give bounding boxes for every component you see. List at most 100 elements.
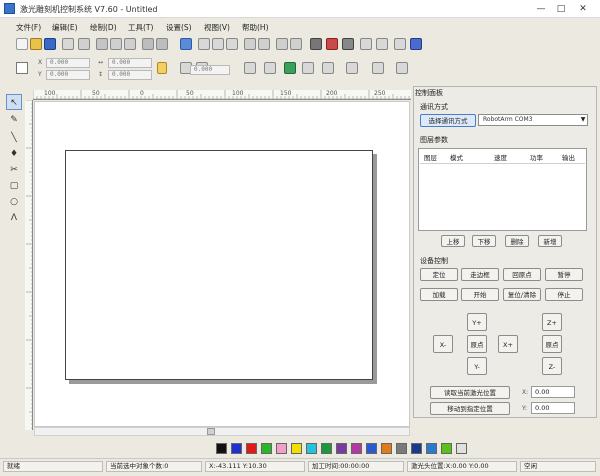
shape-icon[interactable]	[264, 62, 276, 74]
menu-help[interactable]: 帮助(H)	[242, 22, 269, 33]
menu-draw[interactable]: 绘制(D)	[90, 22, 117, 33]
reset-button[interactable]: 复位/清除	[503, 288, 541, 301]
color-swatch[interactable]	[306, 443, 317, 454]
color-swatch[interactable]	[366, 443, 377, 454]
color-swatch[interactable]	[336, 443, 347, 454]
close-button[interactable]: ✕	[574, 3, 592, 15]
color-swatch[interactable]	[321, 443, 332, 454]
group-icon[interactable]	[244, 38, 256, 50]
select-tool-icon[interactable]: ↖	[6, 94, 22, 110]
magic-icon[interactable]	[342, 38, 354, 50]
array-icon[interactable]	[372, 62, 384, 74]
height-field[interactable]: 0.000	[108, 70, 152, 80]
rectangle-tool-icon[interactable]: ▢	[6, 178, 22, 194]
laser-icon[interactable]	[326, 38, 338, 50]
monitor-icon[interactable]	[410, 38, 422, 50]
color-swatch[interactable]	[441, 443, 452, 454]
redo-icon[interactable]	[156, 38, 168, 50]
menu-edit[interactable]: 编辑(E)	[52, 22, 78, 33]
y-field[interactable]: 0.000	[46, 70, 90, 80]
open-folder-icon[interactable]	[30, 38, 42, 50]
chevron-down-icon[interactable]: ▼	[578, 114, 588, 126]
preview-icon[interactable]	[396, 62, 408, 74]
text-tool-icon[interactable]: Λ	[6, 210, 22, 226]
horizontal-scrollbar[interactable]	[34, 427, 410, 436]
x-field[interactable]: 0.000	[46, 58, 90, 68]
pos-x-field[interactable]: 0.00	[531, 386, 575, 398]
color-swatch[interactable]	[246, 443, 257, 454]
menu-view[interactable]: 视图(V)	[204, 22, 230, 33]
read-position-button[interactable]: 读取当前激光位置	[430, 386, 510, 399]
jog-y-plus-button[interactable]: Y+	[467, 313, 487, 331]
home-button[interactable]: 回原点	[503, 268, 541, 281]
line-tool-icon[interactable]: ╲	[6, 130, 22, 146]
zoom-out-icon[interactable]	[212, 38, 224, 50]
color-swatch[interactable]	[231, 443, 242, 454]
maximize-button[interactable]: □	[552, 3, 570, 15]
import-icon[interactable]	[62, 38, 74, 50]
flag-icon[interactable]	[284, 62, 296, 74]
scrollbar-thumb[interactable]	[207, 428, 215, 435]
color-swatch[interactable]	[261, 443, 272, 454]
width-field[interactable]: 0.000	[108, 58, 152, 68]
color-swatch[interactable]	[456, 443, 467, 454]
cut-icon[interactable]	[96, 38, 108, 50]
port-select[interactable]: RobotArm COM3	[478, 114, 588, 126]
move-to-position-button[interactable]: 移动到指定位置	[430, 402, 510, 415]
color-swatch[interactable]	[396, 443, 407, 454]
distribute-icon[interactable]	[290, 38, 302, 50]
save-icon[interactable]	[44, 38, 56, 50]
jog-z-minus-button[interactable]: Z-	[542, 357, 562, 375]
ungroup-icon[interactable]	[258, 38, 270, 50]
stop-button[interactable]: 停止	[545, 288, 583, 301]
undo-icon[interactable]	[142, 38, 154, 50]
menu-tools[interactable]: 工具(T)	[128, 22, 153, 33]
node-tool-icon[interactable]: ✎	[6, 112, 22, 128]
work-area-page[interactable]	[65, 150, 373, 380]
rotate-icon[interactable]	[180, 38, 192, 50]
delete-layer-button[interactable]: 删除	[505, 235, 529, 247]
measure-icon[interactable]	[360, 38, 372, 50]
jog-y-minus-button[interactable]: Y-	[467, 357, 487, 375]
menu-file[interactable]: 文件(F)	[16, 22, 41, 33]
z-origin-button[interactable]: 原点	[542, 335, 562, 353]
jog-z-plus-button[interactable]: Z+	[542, 313, 562, 331]
pause-button[interactable]: 暂停	[545, 268, 583, 281]
color-swatch[interactable]	[351, 443, 362, 454]
lock-icon[interactable]	[157, 62, 167, 74]
offset-icon[interactable]	[346, 62, 358, 74]
frame-button[interactable]: 走边框	[461, 268, 499, 281]
color-swatch[interactable]	[216, 443, 227, 454]
scissors-tool-icon[interactable]: ✂	[6, 162, 22, 178]
start-button[interactable]: 开始	[461, 288, 499, 301]
angle-field[interactable]: 0.000	[190, 65, 230, 75]
copy-icon[interactable]	[110, 38, 122, 50]
add-layer-button[interactable]: 新增	[538, 235, 562, 247]
color-swatch[interactable]	[426, 443, 437, 454]
node-edit-icon[interactable]	[310, 38, 322, 50]
color-swatch[interactable]	[276, 443, 287, 454]
color-swatch[interactable]	[291, 443, 302, 454]
move-down-button[interactable]: 下移	[472, 235, 496, 247]
load-button[interactable]: 加载	[420, 288, 458, 301]
zoom-fit-icon[interactable]	[226, 38, 238, 50]
cut-path-icon[interactable]	[302, 62, 314, 74]
weld-icon[interactable]	[322, 62, 334, 74]
color-swatch[interactable]	[381, 443, 392, 454]
select-comm-button[interactable]: 选择通讯方式	[420, 114, 476, 127]
ellipse-tool-icon[interactable]: ○	[6, 194, 22, 210]
align-icon[interactable]	[276, 38, 288, 50]
grid-icon[interactable]	[376, 38, 388, 50]
new-file-icon[interactable]	[16, 38, 28, 50]
pos-y-field[interactable]: 0.00	[531, 402, 575, 414]
color-swatch[interactable]	[411, 443, 422, 454]
crosshair-icon[interactable]	[394, 38, 406, 50]
locate-button[interactable]: 定位	[420, 268, 458, 281]
export-icon[interactable]	[78, 38, 90, 50]
move-up-button[interactable]: 上移	[441, 235, 465, 247]
jog-x-plus-button[interactable]: X+	[498, 335, 518, 353]
pen-tool-icon[interactable]: ♦	[6, 146, 22, 162]
paste-icon[interactable]	[124, 38, 136, 50]
menu-settings[interactable]: 设置(S)	[166, 22, 192, 33]
jog-origin-button[interactable]: 原点	[467, 335, 487, 353]
